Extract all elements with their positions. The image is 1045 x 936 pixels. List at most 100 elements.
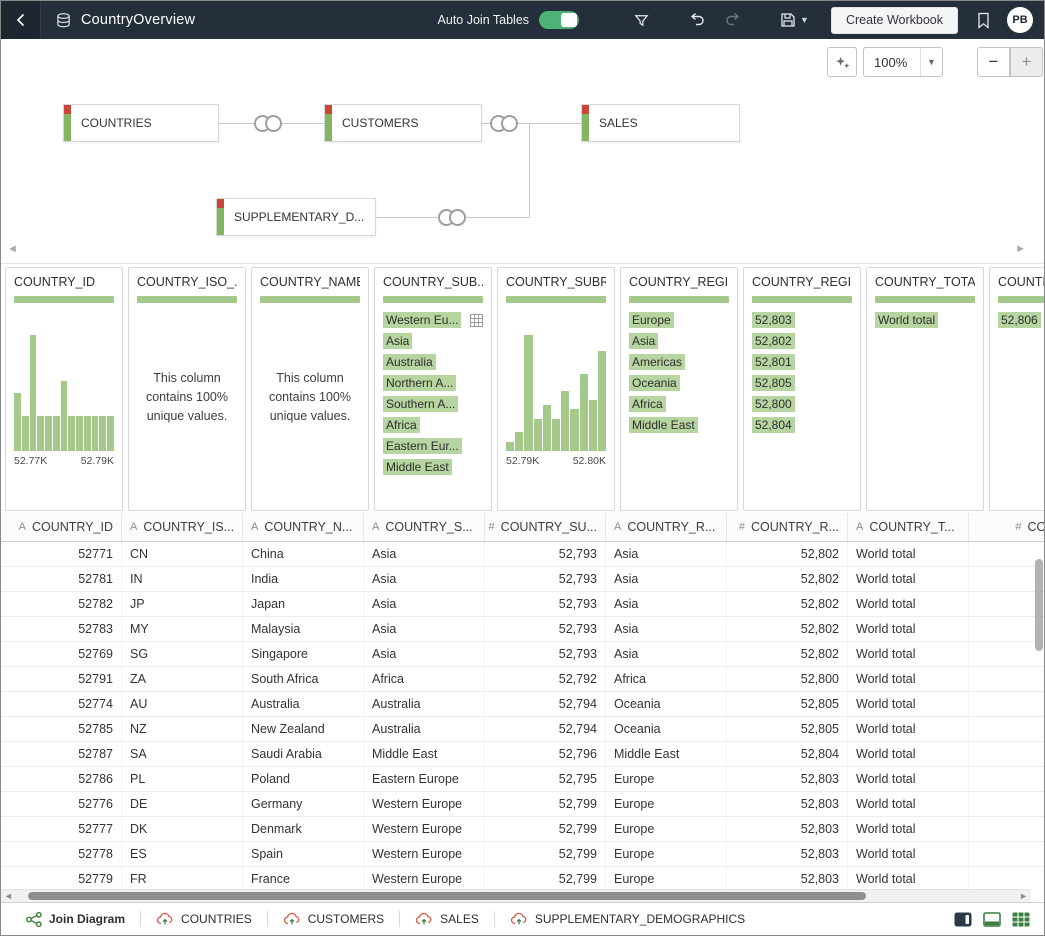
histogram-bar	[598, 351, 606, 451]
quality-card[interactable]: COUNTRY_TOTALWorld total	[866, 267, 984, 511]
horizontal-scrollbar[interactable]: ◄ ►	[1, 889, 1031, 902]
footer-tab-countries[interactable]: COUNTRIES	[141, 903, 267, 935]
footer-tab-customers[interactable]: CUSTOMERS	[268, 903, 399, 935]
zoom-button-group: − +	[977, 47, 1043, 77]
cloud-table-icon	[283, 912, 301, 926]
column-type-icon: #	[739, 521, 745, 533]
column-header[interactable]: ACOUNTRY_IS...	[122, 513, 243, 541]
diagram-node-customers[interactable]: CUSTOMERS	[324, 104, 482, 142]
column-header[interactable]: #COUNTRY_R...	[727, 513, 848, 541]
vscroll-thumb[interactable]	[1035, 559, 1043, 651]
table-cell: Europe	[606, 842, 727, 866]
column-header-label: COUNTRY_SU...	[501, 520, 597, 534]
table-cell: Europe	[606, 867, 727, 891]
quality-card[interactable]: COUNTRY_SUB...Western Eu...AsiaAustralia…	[374, 267, 492, 511]
vertical-scrollbar[interactable]	[1035, 547, 1043, 886]
create-workbook-button[interactable]: Create Workbook	[831, 7, 958, 34]
table-cell: DE	[122, 792, 243, 816]
histogram-bar	[30, 335, 37, 451]
table-cell: DK	[122, 817, 243, 841]
histogram-range: 52.77K52.79K	[14, 455, 114, 467]
table-cell: World total	[848, 567, 969, 591]
save-menu-caret[interactable]: ▼	[800, 15, 809, 25]
join-icon[interactable]	[490, 115, 518, 132]
table-cell: 52,805	[727, 692, 848, 716]
table-cell: 52,803	[727, 867, 848, 891]
quality-card[interactable]: COUNTRY_SUBR...52.79K52.80K	[497, 267, 615, 511]
bookmark-icon[interactable]	[976, 12, 991, 29]
diagram-node-countries[interactable]: COUNTRIES	[63, 104, 219, 142]
data-panel-toggle-icon[interactable]	[954, 912, 972, 927]
undo-icon[interactable]	[688, 12, 706, 28]
hscroll-thumb[interactable]	[28, 892, 866, 900]
join-icon[interactable]	[254, 115, 282, 132]
footer-tab-sales[interactable]: SALES	[400, 903, 494, 935]
join-icon[interactable]	[438, 209, 466, 226]
auto-arrange-button[interactable]	[827, 47, 857, 77]
table-row: 52771CNChinaAsia52,793Asia52,802World to…	[1, 542, 1044, 567]
table-cell: 52,793	[485, 542, 606, 566]
table-cell	[969, 542, 1044, 566]
quality-value-row: Eastern Eur...	[383, 438, 483, 454]
zoom-in-button[interactable]: +	[1010, 47, 1043, 77]
quality-card-title: COUNTRY_SUB...	[383, 275, 483, 289]
column-header[interactable]: ACOUNTRY_ID	[1, 513, 122, 541]
hscroll-left-arrow[interactable]: ◄	[4, 891, 13, 901]
column-header[interactable]: #COUNTRY_SU...	[485, 513, 606, 541]
quality-message: This column contains 100% unique values.	[137, 369, 237, 425]
column-header-label: COUNT...	[1028, 520, 1044, 534]
column-header[interactable]: #COUNT...	[969, 513, 1044, 541]
data-preview-table: ACOUNTRY_IDACOUNTRY_IS...ACOUNTRY_N...AC…	[1, 513, 1044, 902]
filter-icon[interactable]	[633, 12, 650, 29]
column-header[interactable]: ACOUNTRY_S...	[364, 513, 485, 541]
zoom-out-button[interactable]: −	[977, 47, 1010, 77]
table-cell: Asia	[364, 592, 485, 616]
footer-tab-label: Join Diagram	[49, 912, 125, 926]
table-cell: Japan	[243, 592, 364, 616]
back-button[interactable]	[1, 1, 41, 39]
value-frequency-icon[interactable]	[470, 314, 483, 327]
table-cell: World total	[848, 717, 969, 741]
table-cell: 52791	[1, 667, 122, 691]
quality-card[interactable]: COUNTRY_REGI...52,80352,80252,80152,8055…	[743, 267, 861, 511]
histogram-bar	[37, 416, 44, 451]
quality-value-chip: Southern A...	[383, 396, 458, 412]
scroll-left-arrow[interactable]: ◄	[7, 244, 18, 255]
column-header[interactable]: ACOUNTRY_R...	[606, 513, 727, 541]
table-cell	[969, 742, 1044, 766]
diagram-node-supplementary-demographics[interactable]: SUPPLEMENTARY_D...	[216, 198, 376, 236]
column-header[interactable]: ACOUNTRY_N...	[243, 513, 364, 541]
footer-tab-join-diagram[interactable]: Join Diagram	[11, 903, 140, 935]
histogram-bar	[552, 419, 560, 451]
table-cell: PL	[122, 767, 243, 791]
bottom-panel-toggle-icon[interactable]	[983, 912, 1001, 927]
footer-tab-supplementary-demographics[interactable]: SUPPLEMENTARY_DEMOGRAPHICS	[495, 903, 760, 935]
histogram-bar	[22, 416, 29, 451]
user-avatar[interactable]: PB	[1007, 7, 1033, 33]
grid-view-icon[interactable]	[1012, 912, 1030, 927]
column-header-label: COUNTRY_T...	[869, 520, 954, 534]
table-cell: 52,800	[727, 667, 848, 691]
table-row: 52769SGSingaporeAsia52,793Asia52,802Worl…	[1, 642, 1044, 667]
scroll-right-arrow[interactable]: ►	[1015, 244, 1026, 255]
quality-value-list: 52,80352,80252,80152,80552,80052,804	[752, 312, 852, 433]
quality-card[interactable]: COUNTRY_ISO_...This column contains 100%…	[128, 267, 246, 511]
diagram-node-sales[interactable]: SALES	[581, 104, 740, 142]
quality-card[interactable]: COUNTRY_ID52.77K52.79K	[5, 267, 123, 511]
footer-tabs: Join Diagram COUNTRIESCUSTOMERSSALESSUPPL…	[11, 903, 760, 935]
table-cell: Asia	[364, 642, 485, 666]
quality-card[interactable]: COUNTRY52,806	[989, 267, 1044, 511]
save-button[interactable]: ▼	[780, 12, 809, 28]
zoom-value: 100%	[864, 55, 920, 70]
table-cell: 52781	[1, 567, 122, 591]
column-header[interactable]: ACOUNTRY_T...	[848, 513, 969, 541]
quality-value-row: Northern A...	[383, 375, 483, 391]
auto-join-toggle[interactable]	[539, 11, 579, 29]
table-cell: 52,794	[485, 717, 606, 741]
redo-icon[interactable]	[724, 12, 742, 28]
hscroll-right-arrow[interactable]: ►	[1019, 891, 1028, 901]
quality-value-row: 52,805	[752, 375, 852, 391]
quality-card[interactable]: COUNTRY_NAMEThis column contains 100% un…	[251, 267, 369, 511]
zoom-select[interactable]: 100% ▼	[863, 47, 943, 77]
quality-card[interactable]: COUNTRY_REGI...EuropeAsiaAmericasOceania…	[620, 267, 738, 511]
